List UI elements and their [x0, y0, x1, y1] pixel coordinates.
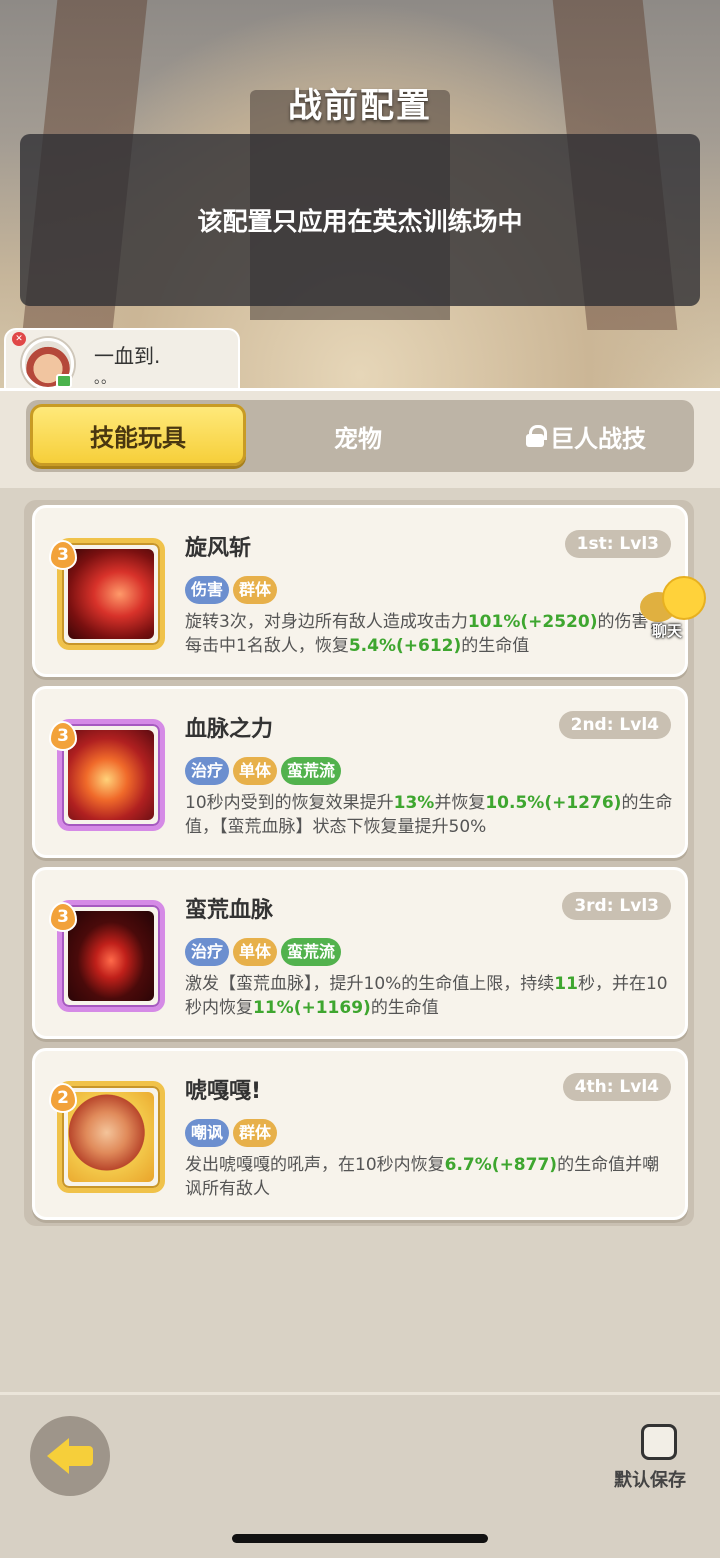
skill-rank: 2nd: Lvl4: [558, 711, 671, 739]
skill-rank: 1st: Lvl3: [564, 530, 671, 558]
default-save-label: 默认保存: [614, 1470, 686, 1491]
skill-tag: 单体: [233, 938, 278, 966]
home-indicator[interactable]: [232, 1534, 488, 1543]
tab-label: 技能玩具: [90, 423, 186, 452]
skill-tag: 嘲讽: [185, 1119, 230, 1147]
notice-banner: 该配置只应用在英杰训练场中: [20, 134, 700, 306]
skill-card[interactable]: 3 旋风斩 1st: Lvl3 伤害 群体 旋转3次，对身边所有敌人造成攻击力1…: [32, 505, 688, 677]
skill-card[interactable]: 2 唬嘎嘎! 4th: Lvl4 嘲讽 群体 发出唬嘎嘎的吼声，在10秒内恢复6…: [32, 1048, 688, 1220]
skill-tag: 治疗: [185, 757, 230, 785]
skill-tags: 伤害 群体: [185, 576, 278, 604]
skill-name: 旋风斩: [185, 536, 252, 561]
page-title: 战前配置: [288, 86, 432, 126]
tab-giant-skills[interactable]: 巨人战技: [476, 400, 696, 472]
chat-status-icon: [56, 374, 72, 388]
skill-tag: 群体: [233, 576, 278, 604]
tab-label: 巨人战技: [550, 424, 646, 453]
smiley-icon: [662, 576, 706, 620]
skill-level-badge: 2: [49, 1083, 77, 1113]
default-save-checkbox[interactable]: [641, 1424, 677, 1460]
skill-level-badge: 3: [49, 902, 77, 932]
skill-tag: 蛮荒流: [281, 757, 342, 785]
skill-tag: 伤害: [185, 576, 230, 604]
skill-description: 发出唬嘎嘎的吼声，在10秒内恢复6.7%(+877)的生命值并嘲讽所有敌人: [185, 1155, 660, 1199]
skill-description: 旋转3次，对身边所有敌人造成攻击力101%(+2520)的伤害，每击中1名敌人，…: [185, 612, 666, 656]
tab-pets[interactable]: 宠物: [258, 400, 458, 472]
skill-description: 10秒内受到的恢复效果提升13%并恢复10.5%(+1276)的生命值，【蛮荒血…: [185, 793, 673, 837]
skill-tag: 单体: [233, 757, 278, 785]
chat-button[interactable]: 聊天: [640, 576, 710, 640]
skill-name: 蛮荒血脉: [185, 898, 274, 923]
player-subtitle: 。。: [94, 371, 115, 387]
skill-description: 激发【蛮荒血脉】，提升10%的生命值上限，持续11秒，并在10秒内恢复11%(+…: [185, 974, 668, 1018]
skill-tags: 治疗 单体 蛮荒流: [185, 757, 342, 785]
skill-rank: 4th: Lvl4: [562, 1073, 671, 1101]
skill-tag: 治疗: [185, 938, 230, 966]
skill-rank: 3rd: Lvl3: [562, 892, 671, 920]
skill-level-badge: 3: [49, 540, 77, 570]
skill-tag: 群体: [233, 1119, 278, 1147]
tab-label: 宠物: [334, 424, 382, 453]
skill-tags: 嘲讽 群体: [185, 1119, 278, 1147]
back-arrow-icon: [47, 1438, 93, 1474]
player-card[interactable]: ✕ 一血到. 。。: [4, 328, 240, 392]
skill-name: 血脉之力: [185, 717, 274, 742]
close-icon: ✕: [12, 332, 26, 346]
player-name: 一血到.: [94, 344, 161, 368]
lock-icon: [526, 425, 547, 447]
back-button[interactable]: [30, 1416, 110, 1496]
tab-skill-toys[interactable]: 技能玩具: [30, 404, 246, 466]
skill-tag: 蛮荒流: [281, 938, 342, 966]
tab-bar: 技能玩具 宠物 巨人战技: [26, 400, 694, 472]
skill-level-badge: 3: [49, 721, 77, 751]
skill-tags: 治疗 单体 蛮荒流: [185, 938, 342, 966]
skill-name: 唬嘎嘎!: [185, 1079, 262, 1104]
notice-text: 该配置只应用在英杰训练场中: [197, 207, 523, 236]
chat-label: 聊天: [652, 622, 683, 640]
skill-card[interactable]: 3 血脉之力 2nd: Lvl4 治疗 单体 蛮荒流 10秒内受到的恢复效果提升…: [32, 686, 688, 858]
skill-card[interactable]: 3 蛮荒血脉 3rd: Lvl3 治疗 单体 蛮荒流 激发【蛮荒血脉】，提升10…: [32, 867, 688, 1039]
